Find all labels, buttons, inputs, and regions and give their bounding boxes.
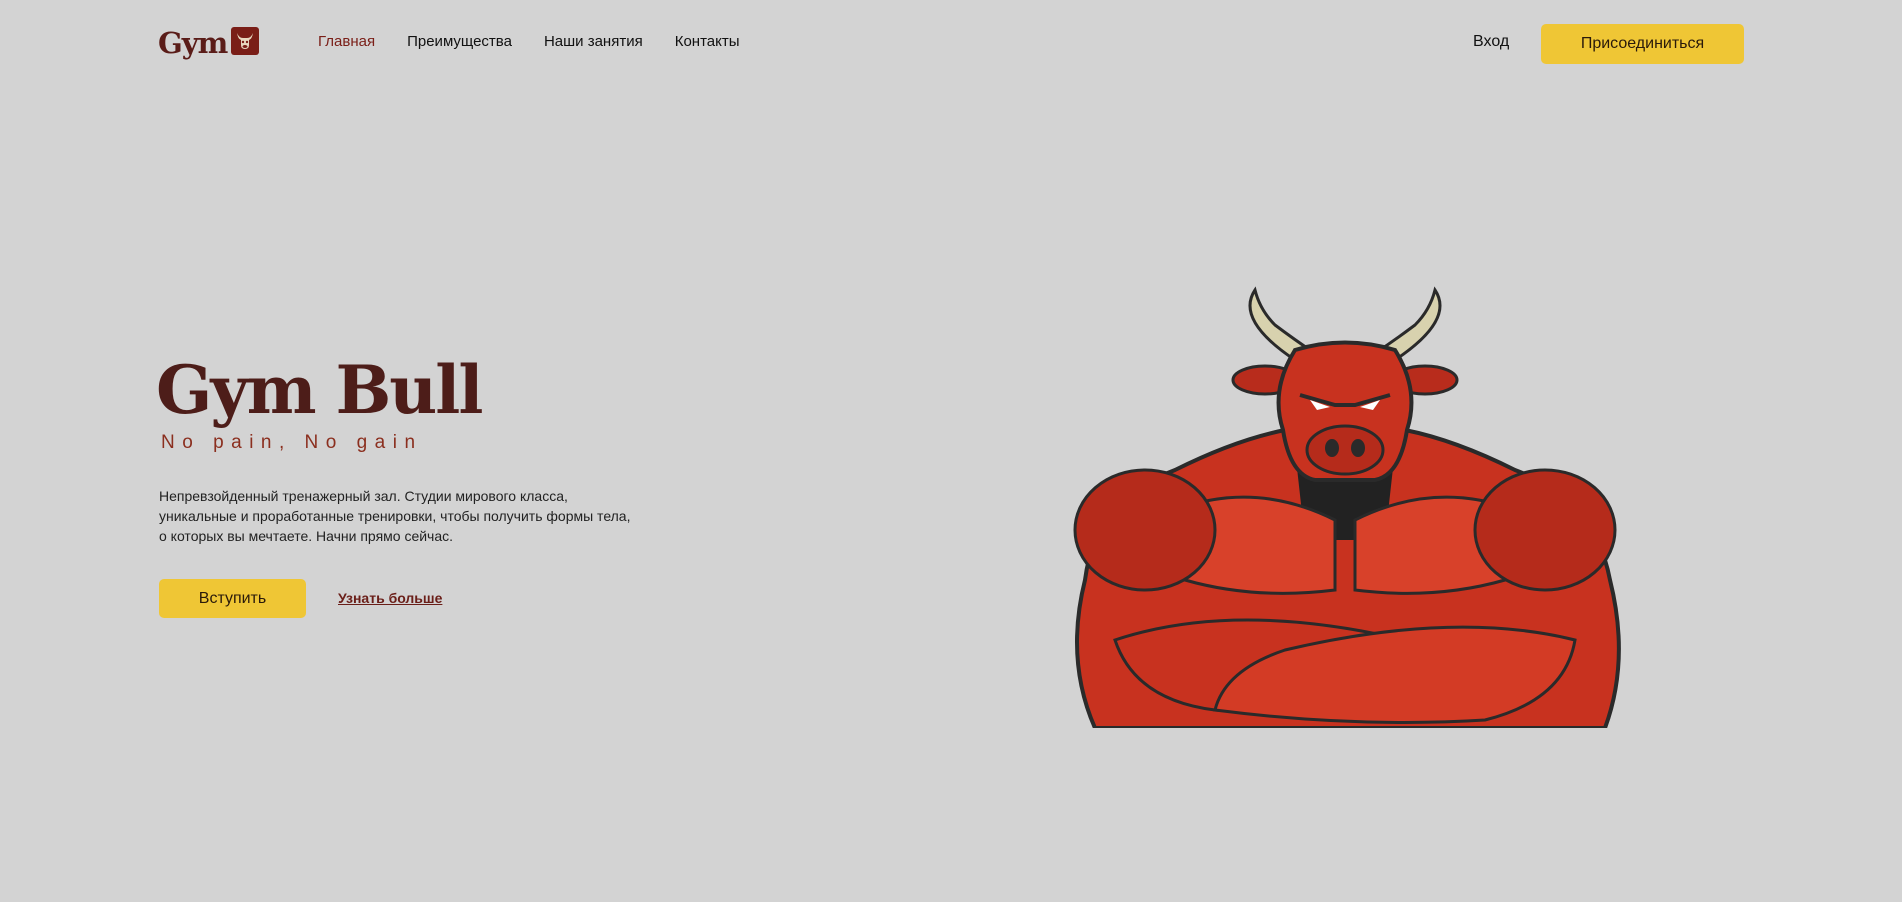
learn-more-link[interactable]: Узнать больше <box>338 590 442 606</box>
hero-slogan: No pain, No gain <box>161 432 423 453</box>
bull-head-icon <box>231 27 260 55</box>
nav-item-contacts[interactable]: Контакты <box>675 33 740 50</box>
nav-item-advantages[interactable]: Преимущества <box>407 33 512 50</box>
site-header: Gym Главная Преимущества Наши занятия Ко… <box>0 0 1902 88</box>
login-link[interactable]: Вход <box>1473 33 1509 51</box>
logo[interactable]: Gym <box>158 26 260 60</box>
cta-join-button[interactable]: Вступить <box>159 579 306 618</box>
join-button[interactable]: Присоединиться <box>1541 24 1744 64</box>
hero-title: Gym Bull <box>156 351 483 429</box>
main-nav: Главная Преимущества Наши занятия Контак… <box>318 33 740 50</box>
logo-text: Gym <box>158 26 228 60</box>
nav-item-classes[interactable]: Наши занятия <box>544 33 643 50</box>
nav-item-home[interactable]: Главная <box>318 33 375 50</box>
bull-illustration <box>1055 280 1635 730</box>
hero-description: Непревзойденный тренажерный зал. Студии … <box>159 488 631 544</box>
